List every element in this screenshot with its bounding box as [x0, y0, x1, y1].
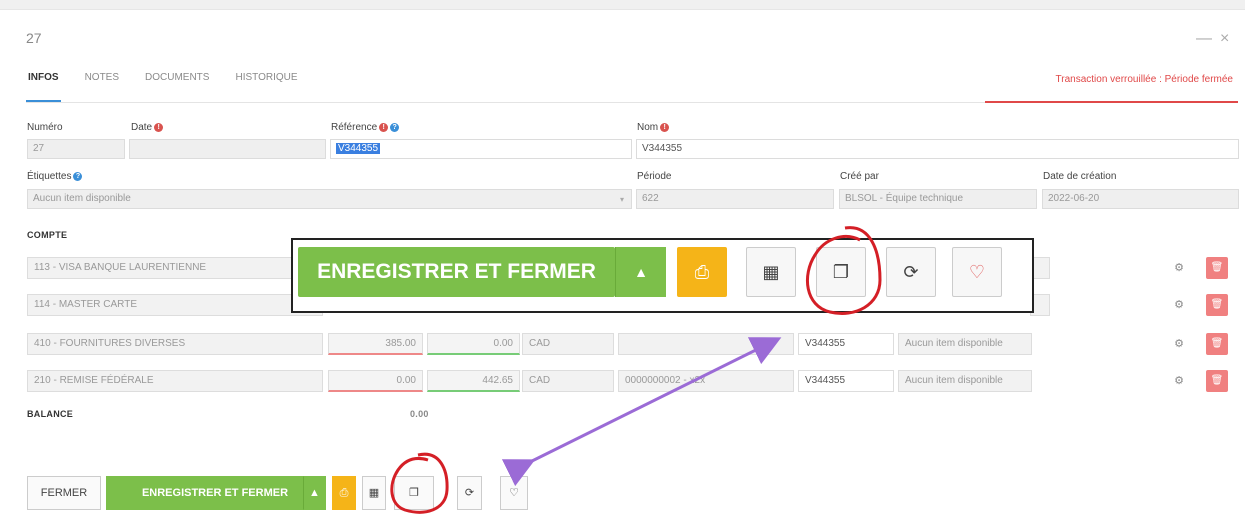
row-4-devise[interactable]: CAD: [522, 370, 614, 392]
tab-historique[interactable]: HISTORIQUE: [233, 72, 299, 102]
row-4-reference[interactable]: V344355: [798, 370, 894, 392]
reference-label: Référence!?: [331, 122, 400, 133]
row-1-compte[interactable]: 113 - VISA BANQUE LAURENTIENNE: [27, 257, 323, 279]
chevron-up-icon[interactable]: ▲: [615, 247, 666, 297]
nom-label: Nom!: [637, 122, 670, 133]
row-4-description[interactable]: 0000000002 - x2x: [618, 370, 794, 392]
zoomed-toolbar-callout: ENREGISTRER ET FERMER ▲ ⎙ ▦ ❐ ⟳ ♡: [291, 238, 1034, 313]
gear-icon[interactable]: ⚙: [1168, 257, 1190, 279]
compte-header: COMPTE: [27, 230, 68, 240]
paste-icon[interactable]: ❐: [816, 247, 866, 297]
date-creation-label: Date de création: [1043, 171, 1117, 182]
gear-icon[interactable]: ⚙: [1168, 294, 1190, 316]
calendar-icon[interactable]: ▦: [746, 247, 796, 297]
print-icon[interactable]: ⎙: [677, 247, 727, 297]
nom-label-text: Nom: [637, 122, 659, 133]
info-icon[interactable]: ?: [390, 122, 400, 132]
row-3-devise[interactable]: CAD: [522, 333, 614, 355]
periode-label: Période: [637, 171, 672, 182]
row-3-debit[interactable]: 385.00: [328, 333, 423, 355]
save-close-button[interactable]: ENREGISTRER ET FERMER: [106, 476, 324, 510]
window-title: 27: [26, 30, 42, 46]
required-icon: !: [660, 122, 670, 132]
lock-notice-underline: [985, 101, 1238, 103]
cree-par-field: BLSOL - Équipe technique: [839, 189, 1037, 209]
date-label-text: Date: [131, 122, 153, 133]
required-icon: !: [154, 122, 164, 132]
date-creation-field: 2022-06-20: [1042, 189, 1239, 209]
trash-icon[interactable]: 🗑: [1206, 333, 1228, 355]
chevron-up-icon[interactable]: ▲: [303, 476, 326, 510]
tab-bar: INFOS NOTES DOCUMENTS HISTORIQUE: [26, 72, 322, 102]
close-button[interactable]: FERMER: [27, 476, 101, 510]
gear-icon[interactable]: ⚙: [1168, 370, 1190, 392]
minimize-icon[interactable]: —: [1196, 30, 1212, 48]
row-3-description[interactable]: [618, 333, 794, 355]
row-3-compte[interactable]: 410 - FOURNITURES DIVERSES: [27, 333, 323, 355]
top-bar: [0, 0, 1245, 10]
periode-field[interactable]: 622: [636, 189, 834, 209]
refresh-icon[interactable]: ⟳: [457, 476, 482, 510]
etiquettes-label-text: Étiquettes: [27, 171, 72, 182]
date-field[interactable]: [129, 139, 326, 159]
reference-selected-text: V344355: [336, 143, 381, 154]
chevron-down-icon[interactable]: ▾: [620, 195, 624, 204]
nom-field[interactable]: V344355: [636, 139, 1239, 159]
etiquettes-label: Étiquettes?: [27, 171, 83, 182]
trash-icon[interactable]: 🗑: [1206, 370, 1228, 392]
row-3-reference[interactable]: V344355: [798, 333, 894, 355]
date-label: Date!: [131, 122, 164, 133]
double-arrow-annotation: [501, 337, 782, 487]
tab-infos[interactable]: INFOS: [26, 72, 61, 102]
etiquettes-field[interactable]: Aucun item disponible: [27, 189, 632, 209]
numero-field[interactable]: 27: [27, 139, 125, 159]
refresh-icon[interactable]: ⟳: [886, 247, 936, 297]
heart-icon[interactable]: ♡: [500, 476, 528, 510]
trash-icon[interactable]: 🗑: [1206, 294, 1228, 316]
tab-notes[interactable]: NOTES: [83, 72, 121, 102]
row-2-compte[interactable]: 114 - MASTER CARTE: [27, 294, 323, 316]
tab-documents[interactable]: DOCUMENTS: [143, 72, 211, 102]
heart-icon[interactable]: ♡: [952, 247, 1002, 297]
gear-icon[interactable]: ⚙: [1168, 333, 1190, 355]
balance-value: 0.00: [410, 409, 429, 419]
row-4-tag[interactable]: Aucun item disponible: [898, 370, 1032, 392]
required-icon: !: [379, 122, 389, 132]
save-close-button-large[interactable]: ENREGISTRER ET FERMER: [298, 247, 615, 297]
balance-label: BALANCE: [27, 409, 74, 419]
numero-label: Numéro: [27, 122, 63, 133]
row-4-compte[interactable]: 210 - REMISE FÉDÉRALE: [27, 370, 323, 392]
print-icon[interactable]: ⎙: [332, 476, 356, 510]
lock-notice: Transaction verrouillée : Période fermée: [1055, 74, 1234, 85]
trash-icon[interactable]: 🗑: [1206, 257, 1228, 279]
row-3-tag[interactable]: Aucun item disponible: [898, 333, 1032, 355]
row-3-credit[interactable]: 0.00: [427, 333, 520, 355]
info-icon[interactable]: ?: [73, 171, 83, 181]
reference-label-text: Référence: [331, 122, 378, 133]
paste-icon[interactable]: ❐: [394, 476, 434, 510]
calendar-icon[interactable]: ▦: [362, 476, 386, 510]
row-4-credit[interactable]: 442.65: [427, 370, 520, 392]
row-4-debit[interactable]: 0.00: [328, 370, 423, 392]
close-icon[interactable]: ×: [1220, 30, 1229, 48]
cree-par-label: Créé par: [840, 171, 879, 182]
reference-field[interactable]: V344355: [330, 139, 632, 159]
dialog: 27 — × INFOS NOTES DOCUMENTS HISTORIQUE …: [0, 0, 1245, 516]
